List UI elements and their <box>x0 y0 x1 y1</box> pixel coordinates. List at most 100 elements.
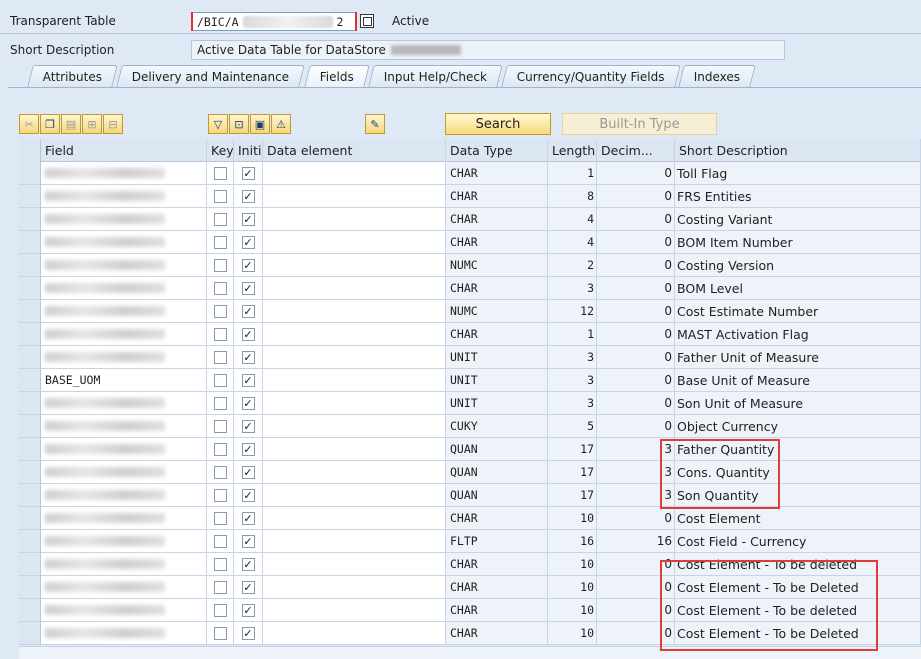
length-cell[interactable]: 5 <box>548 415 597 438</box>
initial-checkbox[interactable] <box>241 419 255 433</box>
table-row[interactable]: CHAR100Cost Element <box>19 507 921 530</box>
field-name-cell[interactable] <box>41 208 207 231</box>
data-element-cell[interactable] <box>263 392 446 415</box>
row-selector[interactable] <box>19 553 41 576</box>
key-checkbox[interactable] <box>213 396 227 410</box>
wizard-icon[interactable]: ✎ <box>365 114 385 134</box>
tab-currency-quantity-fields[interactable]: Currency/Quantity Fields <box>500 65 681 87</box>
length-cell[interactable]: 3 <box>548 346 597 369</box>
initial-checkbox[interactable] <box>241 235 255 249</box>
length-cell[interactable]: 16 <box>548 530 597 553</box>
data-element-cell[interactable] <box>263 369 446 392</box>
row-selector[interactable] <box>19 392 41 415</box>
table-name-field[interactable]: /BIC/A 2 <box>191 12 357 31</box>
field-name-cell[interactable] <box>41 415 207 438</box>
paste-icon[interactable]: ▤ <box>61 114 81 134</box>
data-element-cell[interactable] <box>263 162 446 185</box>
data-element-cell[interactable] <box>263 599 446 622</box>
initial-checkbox[interactable] <box>241 373 255 387</box>
table-row[interactable]: QUAN173Cons. Quantity <box>19 461 921 484</box>
length-cell[interactable]: 2 <box>548 254 597 277</box>
short-description-cell[interactable]: BOM Level <box>675 277 921 300</box>
table-row[interactable]: QUAN173Father Quantity <box>19 438 921 461</box>
initial-checkbox[interactable] <box>241 350 255 364</box>
initial-checkbox[interactable] <box>241 212 255 226</box>
data-element-cell[interactable] <box>263 484 446 507</box>
decimals-cell[interactable]: 0 <box>597 507 675 530</box>
tab-delivery-and-maintenance[interactable]: Delivery and Maintenance <box>116 65 306 87</box>
short-description-cell[interactable]: Costing Variant <box>675 208 921 231</box>
short-description-cell[interactable]: Cost Estimate Number <box>675 300 921 323</box>
col-data-type[interactable]: Data Type <box>446 139 548 162</box>
row-selector[interactable] <box>19 530 41 553</box>
initial-checkbox[interactable] <box>241 557 255 571</box>
decimals-cell[interactable]: 0 <box>597 346 675 369</box>
short-description-cell[interactable]: Cost Element <box>675 507 921 530</box>
row-selector[interactable] <box>19 599 41 622</box>
short-description-cell[interactable]: Cost Element - To be deleted <box>675 553 921 576</box>
initial-checkbox[interactable] <box>241 465 255 479</box>
data-type-cell[interactable]: UNIT <box>446 369 548 392</box>
length-cell[interactable]: 17 <box>548 438 597 461</box>
col-decimals[interactable]: Decim... <box>597 139 675 162</box>
field-name-cell[interactable] <box>41 530 207 553</box>
key-checkbox[interactable] <box>213 603 227 617</box>
length-cell[interactable]: 4 <box>548 208 597 231</box>
data-type-cell[interactable]: CHAR <box>446 622 548 645</box>
row-selector[interactable] <box>19 185 41 208</box>
key-checkbox[interactable] <box>213 258 227 272</box>
col-length[interactable]: Length <box>548 139 597 162</box>
table-row[interactable]: CHAR100Cost Element - To be Deleted <box>19 622 921 645</box>
decimals-cell[interactable]: 0 <box>597 185 675 208</box>
length-cell[interactable]: 10 <box>548 507 597 530</box>
field-name-cell[interactable] <box>41 162 207 185</box>
row-selector[interactable] <box>19 415 41 438</box>
decimals-cell[interactable]: 3 <box>597 461 675 484</box>
table-row[interactable]: NUMC120Cost Estimate Number <box>19 300 921 323</box>
data-element-cell[interactable] <box>263 231 446 254</box>
delete-row-icon[interactable]: ⊟ <box>103 114 123 134</box>
decimals-cell[interactable]: 0 <box>597 208 675 231</box>
row-selector[interactable] <box>19 277 41 300</box>
initial-checkbox[interactable] <box>241 580 255 594</box>
short-description-cell[interactable]: Base Unit of Measure <box>675 369 921 392</box>
decimals-cell[interactable]: 0 <box>597 323 675 346</box>
data-element-cell[interactable] <box>263 346 446 369</box>
table-row[interactable]: CHAR80FRS Entities <box>19 185 921 208</box>
data-type-cell[interactable]: QUAN <box>446 461 548 484</box>
select-all-icon[interactable]: ⊡ <box>229 114 249 134</box>
short-description-cell[interactable]: Toll Flag <box>675 162 921 185</box>
data-type-cell[interactable]: CHAR <box>446 208 548 231</box>
data-type-cell[interactable]: CHAR <box>446 185 548 208</box>
key-checkbox[interactable] <box>213 304 227 318</box>
field-name-cell[interactable] <box>41 277 207 300</box>
data-type-cell[interactable]: CUKY <box>446 415 548 438</box>
length-cell[interactable]: 1 <box>548 162 597 185</box>
short-description-cell[interactable]: BOM Item Number <box>675 231 921 254</box>
data-type-cell[interactable]: CHAR <box>446 576 548 599</box>
insert-row-icon[interactable]: ⊞ <box>82 114 102 134</box>
initial-checkbox[interactable] <box>241 258 255 272</box>
table-row[interactable]: NUMC20Costing Version <box>19 254 921 277</box>
key-checkbox[interactable] <box>213 166 227 180</box>
data-element-cell[interactable] <box>263 208 446 231</box>
decimals-cell[interactable]: 3 <box>597 484 675 507</box>
short-description-cell[interactable]: Costing Version <box>675 254 921 277</box>
field-name-cell[interactable] <box>41 323 207 346</box>
decimals-cell[interactable]: 0 <box>597 162 675 185</box>
table-row[interactable]: CHAR40Costing Variant <box>19 208 921 231</box>
data-element-cell[interactable] <box>263 277 446 300</box>
copy-row-icon[interactable]: ❐ <box>40 114 60 134</box>
initial-checkbox[interactable] <box>241 488 255 502</box>
data-element-cell[interactable] <box>263 553 446 576</box>
key-checkbox[interactable] <box>213 235 227 249</box>
row-selector[interactable] <box>19 622 41 645</box>
short-description-cell[interactable]: Cost Element - To be deleted <box>675 599 921 622</box>
initial-checkbox[interactable] <box>241 327 255 341</box>
length-cell[interactable]: 3 <box>548 277 597 300</box>
key-checkbox[interactable] <box>213 212 227 226</box>
copy-icon[interactable] <box>360 14 374 28</box>
field-name-cell[interactable] <box>41 576 207 599</box>
key-checkbox[interactable] <box>213 534 227 548</box>
row-selector[interactable] <box>19 346 41 369</box>
